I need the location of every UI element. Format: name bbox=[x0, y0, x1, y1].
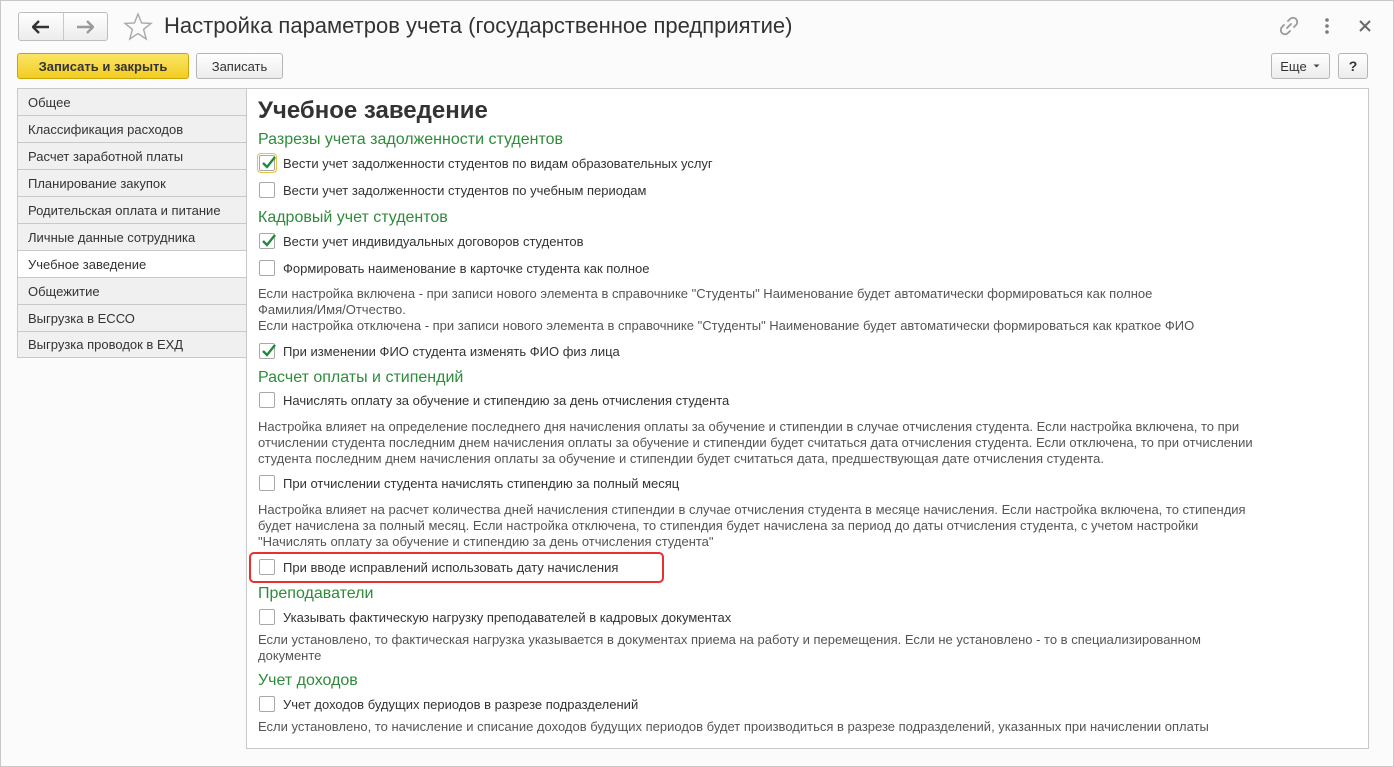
hint-line: Если установлено, то фактическая нагрузк… bbox=[258, 632, 1201, 647]
back-button[interactable] bbox=[19, 13, 63, 40]
hint-line: студента последним днем начисления оплат… bbox=[258, 451, 1104, 466]
checkbox-individual-contracts[interactable] bbox=[259, 233, 276, 249]
option-label: Формировать наименование в карточке студ… bbox=[283, 260, 650, 276]
checkbox-deferred-income[interactable] bbox=[259, 696, 275, 712]
settings-panel: Учебное заведение Разрезы учета задолжен… bbox=[246, 88, 1369, 749]
hint-line: Если установлено, то начисление и списан… bbox=[258, 719, 1209, 734]
option-sync-person-name: При изменении ФИО студента изменять ФИО … bbox=[259, 341, 620, 361]
hint-line: "Начислять оплату за обучение и стипенди… bbox=[258, 534, 714, 549]
sidebar-item-dormitory[interactable]: Общежитие bbox=[17, 277, 247, 304]
title-bar: Настройка параметров учета (государствен… bbox=[1, 1, 1393, 51]
hint-line: документе bbox=[258, 648, 322, 663]
checkbox-full-month-stipend[interactable] bbox=[259, 475, 275, 491]
sidebar-item-payroll[interactable]: Расчет заработной платы bbox=[17, 142, 247, 169]
more-vertical-icon bbox=[1325, 18, 1329, 34]
checkbox-sync-person-name[interactable] bbox=[259, 343, 276, 359]
more-button-label: Еще bbox=[1280, 58, 1307, 74]
section-title-teachers: Преподаватели bbox=[258, 585, 374, 602]
settings-window: Настройка параметров учета (государствен… bbox=[0, 0, 1394, 767]
option-full-name: Формировать наименование в карточке студ… bbox=[259, 258, 649, 278]
favorite-button[interactable] bbox=[121, 10, 155, 44]
save-button[interactable]: Записать bbox=[196, 53, 283, 79]
hint-teacher-workload: Если установлено, то фактическая нагрузк… bbox=[258, 632, 1353, 664]
option-full-month-stipend: При отчислении студента начислять стипен… bbox=[259, 473, 679, 493]
option-individual-contracts: Вести учет индивидуальных договоров студ… bbox=[259, 231, 584, 251]
sidebar-item-parent-payment[interactable]: Родительская оплата и питание bbox=[17, 196, 247, 223]
arrow-right-icon bbox=[77, 19, 95, 34]
checkbox-teacher-workload[interactable] bbox=[259, 609, 275, 625]
section-title-income: Учет доходов bbox=[258, 672, 358, 689]
star-icon bbox=[123, 12, 153, 41]
option-label: При изменении ФИО студента изменять ФИО … bbox=[283, 343, 620, 359]
sidebar-item-ehd-export[interactable]: Выгрузка проводок в ЕХД bbox=[17, 331, 247, 358]
forward-button[interactable] bbox=[62, 13, 108, 40]
more-actions-button[interactable] bbox=[1315, 14, 1339, 38]
sidebar-item-educational-institution[interactable]: Учебное заведение bbox=[17, 250, 247, 277]
checkmark-icon bbox=[262, 234, 276, 247]
checkmark-icon bbox=[262, 156, 276, 169]
sidebar-item-procurement-planning[interactable]: Планирование закупок bbox=[17, 169, 247, 196]
close-icon bbox=[1359, 20, 1371, 32]
hint-full-name: Если настройка включена - при записи нов… bbox=[258, 286, 1353, 334]
hint-full-month-stipend: Настройка влияет на расчет количества дн… bbox=[258, 502, 1353, 550]
close-button[interactable] bbox=[1353, 14, 1377, 38]
option-label: При вводе исправлений использовать дату … bbox=[283, 559, 619, 575]
arrow-left-icon bbox=[31, 19, 49, 34]
option-label: Вести учет задолженности студентов по уч… bbox=[283, 182, 647, 198]
sidebar-item-employee-personal-data[interactable]: Личные данные сотрудника bbox=[17, 223, 247, 250]
more-button[interactable]: Еще bbox=[1271, 53, 1330, 79]
section-title-hr: Кадровый учет студентов bbox=[258, 209, 448, 226]
option-label: Учет доходов будущих периодов в разрезе … bbox=[283, 696, 639, 712]
option-use-accrual-date: При вводе исправлений использовать дату … bbox=[259, 557, 618, 577]
option-teacher-workload: Указывать фактическую нагрузку преподава… bbox=[259, 607, 731, 627]
page-title: Учебное заведение bbox=[258, 97, 488, 124]
option-deferred-income: Учет доходов будущих периодов в разрезе … bbox=[259, 694, 638, 714]
link-button[interactable] bbox=[1277, 14, 1301, 38]
option-debt-by-service: Вести учет задолженности студентов по ви… bbox=[257, 153, 713, 173]
section-title-payment: Расчет оплаты и стипендий bbox=[258, 369, 464, 386]
hint-line: будет начислена за полный месяц. Если на… bbox=[258, 518, 1199, 533]
option-label: При отчислении студента начислять стипен… bbox=[283, 475, 680, 491]
window-title: Настройка параметров учета (государствен… bbox=[164, 13, 793, 38]
hint-deferred-income: Если установлено, то начисление и списан… bbox=[258, 719, 1353, 735]
link-icon bbox=[1279, 16, 1299, 36]
navigation-buttons bbox=[18, 12, 108, 41]
chevron-down-icon bbox=[1313, 64, 1320, 68]
help-button[interactable]: ? bbox=[1338, 53, 1368, 79]
option-pay-on-expulsion-day: Начислять оплату за обучение и стипендию… bbox=[259, 390, 729, 410]
checkbox-full-name[interactable] bbox=[259, 260, 275, 276]
sidebar: Общее Классификация расходов Расчет зара… bbox=[17, 88, 247, 358]
sidebar-item-esso-export[interactable]: Выгрузка в ЕССО bbox=[17, 304, 247, 331]
option-label: Начислять оплату за обучение и стипендию… bbox=[283, 392, 730, 408]
checkmark-icon bbox=[262, 344, 276, 357]
checkbox-debt-by-service[interactable] bbox=[257, 153, 277, 173]
window-tools bbox=[1277, 14, 1377, 38]
sidebar-item-general[interactable]: Общее bbox=[17, 88, 247, 115]
sidebar-item-expense-classification[interactable]: Классификация расходов bbox=[17, 115, 247, 142]
hint-line: отчислении студента последним днем начис… bbox=[258, 435, 1253, 450]
hint-line: Фамилия/Имя/Отчество. bbox=[258, 302, 406, 317]
save-and-close-button[interactable]: Записать и закрыть bbox=[17, 53, 189, 79]
hint-line: Если настройка включена - при записи нов… bbox=[258, 286, 1153, 301]
hint-pay-on-expulsion-day: Настройка влияет на определение последне… bbox=[258, 419, 1353, 467]
hint-line: Настройка влияет на расчет количества дн… bbox=[258, 502, 1246, 517]
command-bar: Записать и закрыть Записать Еще ? bbox=[1, 51, 1393, 83]
hint-line: Настройка влияет на определение последне… bbox=[258, 419, 1240, 434]
option-label: Вести учет индивидуальных договоров студ… bbox=[283, 233, 584, 249]
option-label: Вести учет задолженности студентов по ви… bbox=[283, 155, 713, 171]
checkbox-pay-on-expulsion-day[interactable] bbox=[259, 392, 275, 408]
option-debt-by-period: Вести учет задолженности студентов по уч… bbox=[259, 180, 646, 200]
checkbox-debt-by-period[interactable] bbox=[259, 182, 275, 198]
hint-line: Если настройка отключена - при записи но… bbox=[258, 318, 1195, 333]
checkbox-use-accrual-date[interactable] bbox=[259, 559, 275, 575]
section-title-debt: Разрезы учета задолженности студентов bbox=[258, 131, 564, 148]
option-label: Указывать фактическую нагрузку преподава… bbox=[283, 609, 732, 625]
